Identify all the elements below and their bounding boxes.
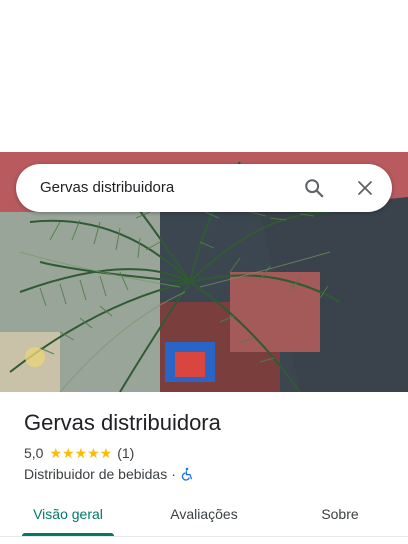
close-icon[interactable]: [349, 172, 381, 204]
review-count-link[interactable]: (1): [117, 445, 134, 461]
rating-value: 5,0: [24, 445, 44, 461]
search-bar[interactable]: Gervas distribuidora: [16, 164, 392, 212]
category-row: Distribuidor de bebidas ·: [24, 464, 194, 484]
tab-overview[interactable]: Visão geral: [0, 492, 136, 536]
tab-about[interactable]: Sobre: [272, 492, 408, 536]
search-icon[interactable]: [298, 172, 330, 204]
star-rating-icon: ★★★★★: [49, 444, 113, 461]
wheelchair-icon[interactable]: [180, 467, 194, 481]
place-category[interactable]: Distribuidor de bebidas: [24, 466, 167, 482]
separator-dot: ·: [171, 466, 176, 482]
tab-reviews[interactable]: Avaliações: [136, 492, 272, 536]
search-input[interactable]: Gervas distribuidora: [40, 164, 174, 212]
tabs-divider: [0, 536, 408, 537]
place-title: Gervas distribuidora: [24, 410, 221, 435]
place-tabs: Visão geral Avaliações Sobre: [0, 492, 408, 536]
rating-row: 5,0 ★★★★★ (1): [24, 443, 134, 463]
map-empty-area: [0, 0, 408, 152]
